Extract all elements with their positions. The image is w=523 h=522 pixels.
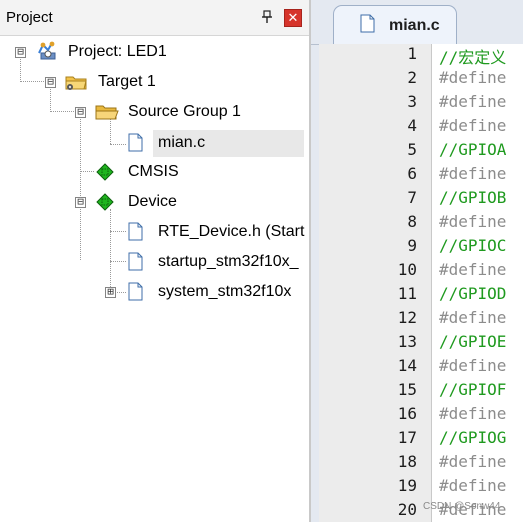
code-line[interactable]: #define (439, 356, 506, 375)
line-number: 6 (407, 164, 417, 183)
file-icon (360, 14, 375, 33)
line-number: 5 (407, 140, 417, 159)
line-number: 7 (407, 188, 417, 207)
line-number: 13 (397, 332, 417, 351)
code-line[interactable]: //GPIOF (439, 380, 506, 399)
editor-panel: mian.c 1 //宏定义 2 #define 3 #define 4 #define 5 //… (311, 0, 523, 522)
component-icon (96, 163, 114, 181)
file-icon (128, 252, 143, 271)
tree-item-label: system_stm32f10x (158, 283, 292, 300)
code-line[interactable]: //GPIOC (439, 236, 506, 255)
tree-item-label: startup_stm32f10x_ (158, 253, 299, 270)
tree-item-label: CMSIS (128, 163, 179, 180)
tree-item-label: RTE_Device.h (Start (158, 223, 305, 240)
tree-item-label: Project: LED1 (68, 43, 167, 60)
code-line[interactable]: #define (439, 404, 506, 423)
code-line[interactable]: //GPIOE (439, 332, 506, 351)
close-icon[interactable]: ✕ (284, 9, 302, 27)
code-line[interactable]: //宏定义 (439, 44, 506, 68)
line-number: 9 (407, 236, 417, 255)
line-number: 11 (397, 284, 417, 303)
tree-item-startup[interactable]: startup_stm32f10x_ (0, 249, 305, 275)
file-icon (128, 282, 143, 301)
file-icon (128, 133, 143, 152)
code-line[interactable]: //GPIOG (439, 428, 506, 447)
tree-item-target[interactable]: ⊟ Target 1 (0, 69, 309, 95)
code-line[interactable]: #define (439, 92, 506, 111)
code-line[interactable]: #define (439, 212, 506, 231)
line-number: 4 (407, 116, 417, 135)
project-panel: Project ✕ ⊟ Project: LED1 ⊟ Target 1 ⊟ S… (0, 0, 311, 522)
project-panel-title: Project (6, 9, 53, 26)
tree-item-rte-device[interactable]: RTE_Device.h (Start (0, 219, 305, 245)
tree-item-label: mian.c (158, 134, 206, 151)
line-number: 15 (397, 380, 417, 399)
pin-icon[interactable] (262, 10, 272, 24)
code-line[interactable]: //GPIOA (439, 140, 506, 159)
code-line[interactable]: #define (439, 68, 506, 87)
line-number: 10 (397, 260, 417, 279)
folder-icon (95, 103, 119, 121)
collapse-icon[interactable]: ⊟ (15, 46, 26, 58)
code-line[interactable]: #define (439, 116, 506, 135)
line-number: 16 (397, 404, 417, 423)
tab-label: mian.c (389, 17, 440, 34)
line-number: 18 (397, 452, 417, 471)
code-line[interactable]: #define (439, 164, 506, 183)
tree-item-cmsis[interactable]: CMSIS (0, 159, 309, 185)
code-line[interactable]: //GPIOB (439, 188, 506, 207)
tree-item-system[interactable]: ⊞ system_stm32f10x (0, 279, 305, 305)
line-number: 14 (397, 356, 417, 375)
component-icon (96, 193, 114, 211)
target-folder-icon (64, 73, 88, 91)
tree-item-label: Target 1 (98, 73, 156, 90)
editor-tab-bar: mian.c (311, 0, 523, 45)
line-number: 19 (397, 476, 417, 495)
project-icon (36, 41, 58, 61)
file-icon (128, 222, 143, 241)
expand-icon[interactable]: ⊞ (105, 286, 116, 298)
collapse-icon[interactable]: ⊟ (75, 106, 86, 118)
code-line[interactable]: #define (439, 260, 506, 279)
project-tree: ⊟ Project: LED1 ⊟ Target 1 ⊟ Source Grou… (0, 36, 309, 522)
tree-item-label: Source Group 1 (128, 103, 241, 120)
code-line[interactable]: //GPIOD (439, 284, 506, 303)
line-number: 8 (407, 212, 417, 231)
code-line[interactable]: #define (439, 308, 506, 327)
line-number: 20 (397, 500, 417, 519)
tree-item-mian-c[interactable]: mian.c (0, 130, 309, 156)
watermark: CSDN @Sonw44 (423, 501, 501, 512)
collapse-icon[interactable]: ⊟ (75, 196, 86, 208)
project-panel-header: Project ✕ (0, 0, 309, 36)
line-number: 2 (407, 68, 417, 87)
line-number: 3 (407, 92, 417, 111)
tree-item-label: Device (128, 193, 177, 210)
code-line[interactable]: #define (439, 452, 506, 471)
tree-item-device[interactable]: ⊟ Device (0, 189, 309, 215)
line-number: 12 (397, 308, 417, 327)
tab-mian-c[interactable]: mian.c (333, 5, 457, 44)
line-number: 17 (397, 428, 417, 447)
tree-item-project[interactable]: ⊟ Project: LED1 (0, 39, 309, 65)
code-line[interactable]: #define (439, 476, 506, 495)
collapse-icon[interactable]: ⊟ (45, 76, 56, 88)
line-number: 1 (407, 44, 417, 63)
tree-item-source-group[interactable]: ⊟ Source Group 1 (0, 99, 309, 125)
